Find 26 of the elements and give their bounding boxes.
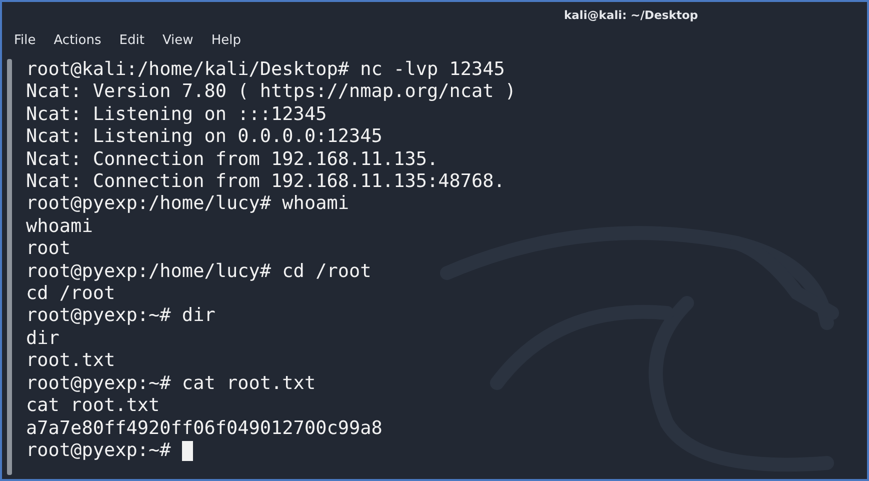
menu-item[interactable]: File xyxy=(14,32,36,48)
terminal-line: dir xyxy=(26,328,60,350)
terminal-line: Ncat: Connection from 192.168.11.135. xyxy=(26,148,440,172)
terminal-line: whoami xyxy=(26,216,94,238)
terminal-line: Ncat: Connection from 192.168.11.135:48768. xyxy=(26,171,506,194)
terminal-line: cat root.txt xyxy=(26,395,161,418)
cursor-icon xyxy=(182,441,193,462)
menu-item[interactable]: Actions xyxy=(54,32,102,48)
menu-item[interactable]: View xyxy=(162,32,194,48)
menu-item[interactable]: Help xyxy=(211,32,241,48)
terminal-line: root@pyexp:~# cat root.txt xyxy=(26,372,317,396)
terminal-line: Ncat: Listening on :::12345 xyxy=(26,104,328,126)
terminal-line: a7a7e80ff4920ff06f049012700c99a8 xyxy=(26,418,384,440)
menu-item[interactable]: Edit xyxy=(119,32,144,48)
terminal-line: root@pyexp:/home/lucy# whoami xyxy=(26,193,350,216)
terminal-line: root@pyexp:~# dir xyxy=(26,305,216,328)
scrollbar[interactable] xyxy=(7,59,12,475)
terminal-line: cd /root xyxy=(26,283,116,306)
window-title: kali@kali: ~/Desktop xyxy=(564,8,698,22)
terminal-line: root@pyexp:/home/lucy# cd /root xyxy=(26,260,372,284)
terminal-prompt: root@pyexp:~# xyxy=(26,440,171,462)
terminal-line: root xyxy=(26,238,72,261)
terminal-line: root@kali:/home/kali/Desktop# nc -lvp 12345 xyxy=(26,59,506,82)
terminal-line: root.txt xyxy=(26,350,116,373)
terminal-line: Ncat: Listening on 0.0.0.0:12345 xyxy=(26,126,384,149)
terminal-line: Ncat: Version 7.80 ( https://nmap.org/ncat ) xyxy=(26,81,516,104)
